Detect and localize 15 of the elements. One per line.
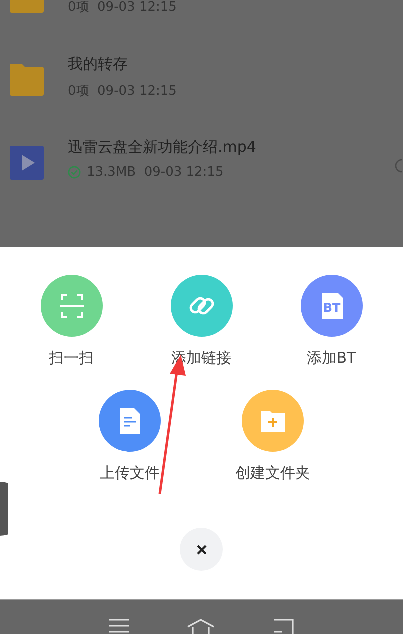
- action-item[interactable]: BT 添加BT: [266, 275, 396, 368]
- back-icon[interactable]: [272, 618, 295, 634]
- floating-button[interactable]: [0, 482, 8, 536]
- home-icon[interactable]: [186, 618, 216, 634]
- menu-icon[interactable]: [108, 618, 130, 634]
- file-name: 我的转存: [68, 55, 129, 74]
- close-icon: [196, 544, 208, 556]
- file-name: 迅雷云盘全新功能介绍.mp4: [68, 138, 258, 157]
- close-button[interactable]: [180, 528, 223, 571]
- play-icon: [10, 146, 44, 180]
- folder-icon: [10, 63, 44, 97]
- action-item[interactable]: 上传文件: [58, 390, 202, 483]
- action-item[interactable]: 创建文件夹: [202, 390, 344, 483]
- bt-icon: BT: [300, 275, 362, 337]
- action-item[interactable]: 扫一扫: [6, 275, 136, 368]
